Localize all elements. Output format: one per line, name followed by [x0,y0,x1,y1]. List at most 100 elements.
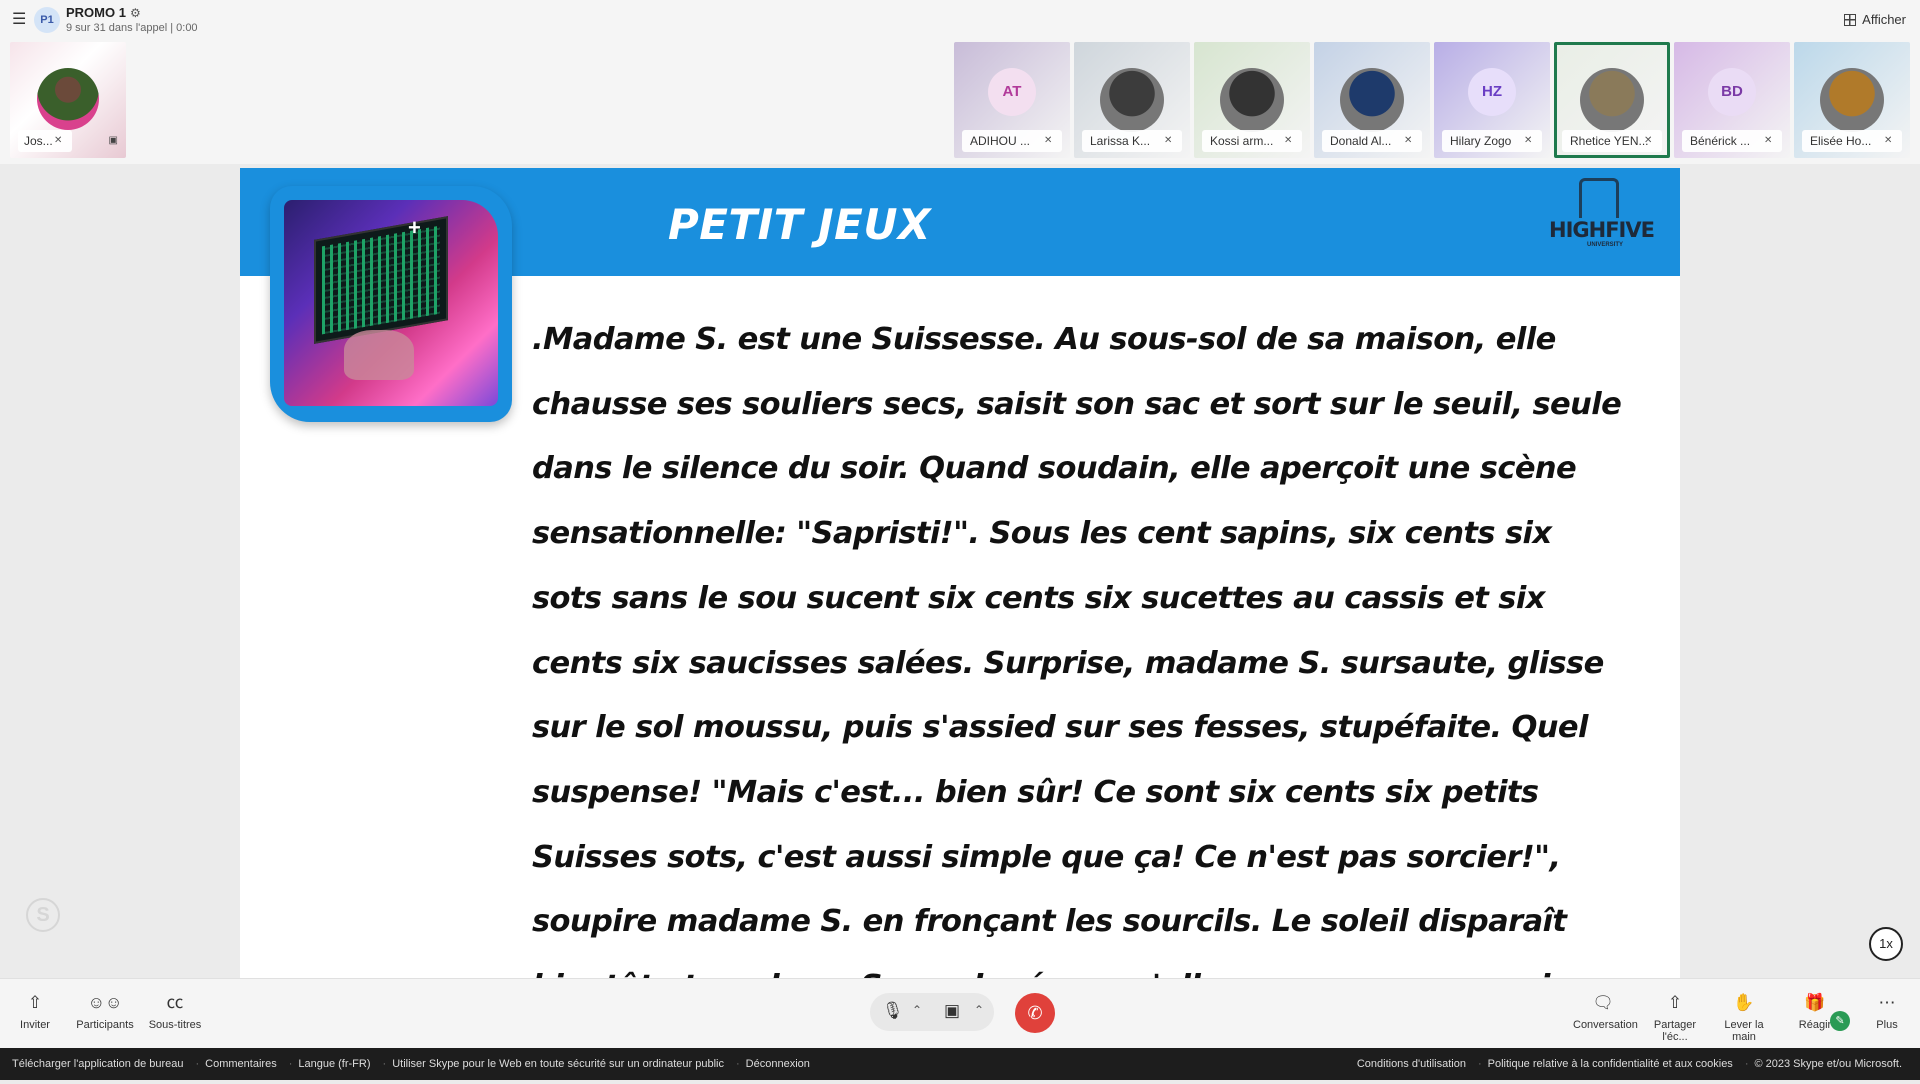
chevron-up-icon[interactable]: ⌃ [974,1003,984,1017]
participant-label: Hilary Zogo ✕ [1442,130,1542,152]
slide-title: PETIT JEUX [668,200,931,249]
plus-icon: + [408,215,421,240]
participant-label: Kossi arm... ✕ [1202,130,1302,152]
share-up-icon: ⇧ [27,993,43,1012]
self-tile-label: Jos... ✕ [18,130,72,152]
participant-name: Elisée Ho... [1810,134,1872,148]
participant-label: Bénérick ... ✕ [1682,130,1782,152]
menu-icon[interactable]: ☰ [12,12,28,28]
footer-link[interactable]: Déconnexion [746,1058,810,1070]
laptop-screen [314,216,448,344]
participant-label: Larissa K... ✕ [1082,130,1182,152]
hang-up-button[interactable]: ✆ [1015,993,1055,1033]
slide-body-text: .Madame S. est une Suissesse. Au sous-so… [532,322,1622,1069]
footer-separator: · [288,1058,293,1070]
avatar [1100,68,1164,132]
captions-icon: ㏄ [166,993,184,1012]
participants-label: Participants [76,1019,134,1031]
mic-off-icon: ✕ [1284,135,1293,146]
more-button[interactable]: ⋯ Plus [1872,993,1902,1031]
participants-button[interactable]: ☺☺ Participants [76,993,134,1031]
footer-separator: · [382,1058,387,1070]
camera-off-icon[interactable]: ▣ [944,1001,960,1021]
mic-off-icon: ✕ [1524,135,1533,146]
hand-icon: ✋ [1733,993,1755,1012]
playback-speed-button[interactable]: 1x [1869,927,1903,961]
footer-link[interactable]: Utiliser Skype pour le Web en toute sécu… [392,1058,724,1070]
participant-name: ADIHOU ... [970,134,1031,148]
call-title[interactable]: PROMO 1 ⚙ [66,5,141,20]
avatar [1820,68,1884,132]
call-status: 9 sur 31 dans l'appel | 0:00 [66,22,198,34]
more-label: Plus [1876,1019,1898,1031]
avatar [1220,68,1284,132]
view-button-label: Afficher [1862,12,1906,27]
footer-right-links: Conditions d'utilisation · Politique relat… [1357,1048,1908,1080]
call-title-text: PROMO 1 [66,5,126,20]
participant-label: Elisée Ho... ✕ [1802,130,1902,152]
share-label: Partager l'éc... [1653,1019,1697,1043]
avatar: HZ [1468,68,1516,116]
footer-link[interactable]: Commentaires [205,1058,277,1070]
participant-tile[interactable]: HZ Hilary Zogo ✕ [1434,42,1550,158]
view-button[interactable]: Afficher [1844,12,1906,27]
react-label: Réagir [1798,1019,1832,1031]
slide-image-frame: + [270,186,512,422]
call-avatar: P1 [34,7,60,33]
participant-label: Donald Al... ✕ [1322,130,1422,152]
footer-separator: · [1744,1058,1749,1070]
grid-icon [1844,14,1857,26]
participant-name: Bénérick ... [1690,134,1751,148]
participant-tile[interactable]: AT ADIHOU ... ✕ [954,42,1070,158]
hand-shape [344,330,414,380]
react-button[interactable]: 🎁 Réagir [1798,993,1832,1031]
participant-tile[interactable]: Rhetice YEN... ✕ [1554,42,1670,158]
call-toolbar: ⇧ Inviter ☺☺ Participants ㏄ Sous-titres 🎙 ⌃… [0,978,1920,1049]
mic-off-icon: ✕ [1044,135,1053,146]
participant-tile[interactable]: Donald Al... ✕ [1314,42,1430,158]
raise-hand-button[interactable]: ✋ Lever la main [1712,993,1776,1043]
call-header: ☰ P1 PROMO 1 ⚙ 9 sur 31 dans l'appel | 0:… [0,0,1920,164]
participant-tile[interactable]: Elisée Ho... ✕ [1794,42,1910,158]
captions-button[interactable]: ㏄ Sous-titres [148,993,202,1031]
share-screen-button[interactable]: ⇧ Partager l'éc... [1640,993,1710,1043]
invite-button[interactable]: ⇧ Inviter [20,993,50,1031]
logo-text: HIGHFIVE [1549,218,1655,242]
footer-separator: · [736,1058,740,1070]
participant-name: Rhetice YEN... [1570,134,1649,148]
footer-left-links: Télécharger l'application de bureau · Comm… [12,1048,816,1080]
footer-link[interactable]: © 2023 Skype et/ou Microsoft. [1754,1058,1902,1070]
captions-label: Sous-titres [148,1019,202,1031]
footer-link[interactable]: Politique relative à la confidentialité … [1488,1058,1733,1070]
mic-off-icon: ✕ [1644,135,1653,146]
avatar [1580,68,1644,132]
chevron-up-icon[interactable]: ⌃ [912,1003,922,1017]
highfive-logo: HIGHFIVE UNIVERSITY [1545,176,1655,272]
participant-name: Hilary Zogo [1450,134,1512,148]
chat-icon: 🗨 [1592,993,1614,1012]
phone-icon: ✆ [1027,1003,1043,1023]
settings-icon[interactable]: ⚙ [130,6,141,20]
conversation-button[interactable]: 🗨 Conversation [1573,993,1638,1031]
mic-off-icon: ✕ [54,135,63,146]
footer-link[interactable]: Télécharger l'application de bureau [12,1058,184,1070]
logo-subtext: UNIVERSITY [1587,242,1624,248]
participant-tile[interactable]: BD Bénérick ... ✕ [1674,42,1790,158]
footer-link[interactable]: Langue (fr-FR) [298,1058,370,1070]
media-controls: 🎙 ⌃ ▣ ⌃ [870,993,994,1031]
participant-name: Kossi arm... [1210,134,1274,148]
skype-watermark-icon: S [26,898,60,932]
pen-badge-icon: ✎ [1830,1011,1850,1031]
footer-separator: · [1477,1058,1482,1070]
mic-off-icon: ✕ [1884,135,1893,146]
self-video-tile[interactable]: Jos... ✕ ▣ [10,42,126,158]
participant-label: ADIHOU ... ✕ [962,130,1062,152]
participant-tile[interactable]: Kossi arm... ✕ [1194,42,1310,158]
participant-tile[interactable]: Larissa K... ✕ [1074,42,1190,158]
gift-icon: 🎁 [1804,993,1826,1012]
footer-link[interactable]: Conditions d'utilisation [1357,1058,1466,1070]
screen-share-icon: ▣ [108,135,118,146]
avatar: BD [1708,68,1756,116]
participant-name: Donald Al... [1330,134,1392,148]
mic-off-icon[interactable]: 🎙 [882,1001,904,1021]
